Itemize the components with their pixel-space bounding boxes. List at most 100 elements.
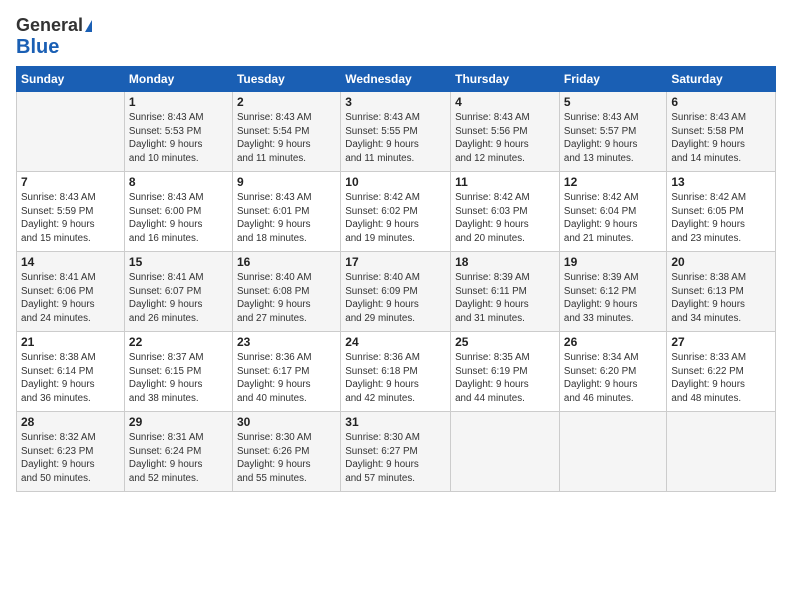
col-header-saturday: Saturday xyxy=(667,66,776,91)
day-number: 17 xyxy=(345,255,446,269)
day-info: Sunrise: 8:39 AMSunset: 6:11 PMDaylight:… xyxy=(455,271,555,326)
day-number: 12 xyxy=(564,175,662,189)
day-number: 9 xyxy=(237,175,336,189)
col-header-friday: Friday xyxy=(559,66,666,91)
day-number: 20 xyxy=(671,255,771,269)
day-info: Sunrise: 8:41 AMSunset: 6:07 PMDaylight:… xyxy=(129,271,228,326)
day-number: 14 xyxy=(21,255,120,269)
day-number: 23 xyxy=(237,335,336,349)
day-info: Sunrise: 8:30 AMSunset: 6:27 PMDaylight:… xyxy=(345,431,446,486)
day-number: 11 xyxy=(455,175,555,189)
calendar-cell: 5 Sunrise: 8:43 AMSunset: 5:57 PMDaylight… xyxy=(559,91,666,171)
day-info: Sunrise: 8:42 AMSunset: 6:05 PMDaylight:… xyxy=(671,191,771,246)
calendar-cell: 23 Sunrise: 8:36 AMSunset: 6:17 PMDayligh… xyxy=(232,331,340,411)
calendar-cell: 8 Sunrise: 8:43 AMSunset: 6:00 PMDaylight… xyxy=(124,171,232,251)
calendar-cell: 28 Sunrise: 8:32 AMSunset: 6:23 PMDayligh… xyxy=(17,411,125,491)
day-info: Sunrise: 8:43 AMSunset: 5:56 PMDaylight:… xyxy=(455,111,555,166)
day-info: Sunrise: 8:40 AMSunset: 6:09 PMDaylight:… xyxy=(345,271,446,326)
day-number: 26 xyxy=(564,335,662,349)
calendar-cell: 20Sunrise: 8:38 AMSunset: 6:13 PMDayligh… xyxy=(667,251,776,331)
calendar-week-row: 7 Sunrise: 8:43 AMSunset: 5:59 PMDaylight… xyxy=(17,171,776,251)
calendar-cell: 30 Sunrise: 8:30 AMSunset: 6:26 PMDayligh… xyxy=(232,411,340,491)
calendar-cell: 17 Sunrise: 8:40 AMSunset: 6:09 PMDayligh… xyxy=(341,251,451,331)
day-info: Sunrise: 8:43 AMSunset: 5:53 PMDaylight:… xyxy=(129,111,228,166)
day-info: Sunrise: 8:43 AMSunset: 5:58 PMDaylight:… xyxy=(671,111,771,166)
calendar-table: SundayMondayTuesdayWednesdayThursdayFrid… xyxy=(16,66,776,492)
calendar-cell: 3 Sunrise: 8:43 AMSunset: 5:55 PMDaylight… xyxy=(341,91,451,171)
day-info: Sunrise: 8:43 AMSunset: 6:01 PMDaylight:… xyxy=(237,191,336,246)
day-number: 7 xyxy=(21,175,120,189)
calendar-cell: 12Sunrise: 8:42 AMSunset: 6:04 PMDayligh… xyxy=(559,171,666,251)
calendar-week-row: 14 Sunrise: 8:41 AMSunset: 6:06 PMDayligh… xyxy=(17,251,776,331)
calendar-cell: 16 Sunrise: 8:40 AMSunset: 6:08 PMDayligh… xyxy=(232,251,340,331)
calendar-cell: 11 Sunrise: 8:42 AMSunset: 6:03 PMDayligh… xyxy=(451,171,560,251)
day-info: Sunrise: 8:37 AMSunset: 6:15 PMDaylight:… xyxy=(129,351,228,406)
calendar-cell xyxy=(559,411,666,491)
col-header-thursday: Thursday xyxy=(451,66,560,91)
calendar-cell: 24 Sunrise: 8:36 AMSunset: 6:18 PMDayligh… xyxy=(341,331,451,411)
day-number: 24 xyxy=(345,335,446,349)
page-container: General Blue SundayMondayTuesdayWednesda… xyxy=(0,0,792,500)
calendar-cell: 9 Sunrise: 8:43 AMSunset: 6:01 PMDaylight… xyxy=(232,171,340,251)
logo-text: General xyxy=(16,16,92,36)
day-number: 19 xyxy=(564,255,662,269)
calendar-cell: 4 Sunrise: 8:43 AMSunset: 5:56 PMDaylight… xyxy=(451,91,560,171)
day-number: 27 xyxy=(671,335,771,349)
col-header-tuesday: Tuesday xyxy=(232,66,340,91)
day-info: Sunrise: 8:42 AMSunset: 6:02 PMDaylight:… xyxy=(345,191,446,246)
day-info: Sunrise: 8:38 AMSunset: 6:14 PMDaylight:… xyxy=(21,351,120,406)
day-number: 16 xyxy=(237,255,336,269)
day-info: Sunrise: 8:30 AMSunset: 6:26 PMDaylight:… xyxy=(237,431,336,486)
day-info: Sunrise: 8:36 AMSunset: 6:17 PMDaylight:… xyxy=(237,351,336,406)
logo: General Blue xyxy=(16,16,92,58)
day-number: 3 xyxy=(345,95,446,109)
day-info: Sunrise: 8:43 AMSunset: 6:00 PMDaylight:… xyxy=(129,191,228,246)
day-number: 22 xyxy=(129,335,228,349)
day-number: 21 xyxy=(21,335,120,349)
day-info: Sunrise: 8:39 AMSunset: 6:12 PMDaylight:… xyxy=(564,271,662,326)
calendar-cell: 31 Sunrise: 8:30 AMSunset: 6:27 PMDayligh… xyxy=(341,411,451,491)
day-info: Sunrise: 8:43 AMSunset: 5:55 PMDaylight:… xyxy=(345,111,446,166)
calendar-week-row: 21 Sunrise: 8:38 AMSunset: 6:14 PMDayligh… xyxy=(17,331,776,411)
calendar-week-row: 28 Sunrise: 8:32 AMSunset: 6:23 PMDayligh… xyxy=(17,411,776,491)
calendar-cell: 14 Sunrise: 8:41 AMSunset: 6:06 PMDayligh… xyxy=(17,251,125,331)
calendar-cell: 25 Sunrise: 8:35 AMSunset: 6:19 PMDayligh… xyxy=(451,331,560,411)
day-number: 4 xyxy=(455,95,555,109)
calendar-cell: 15Sunrise: 8:41 AMSunset: 6:07 PMDayligh… xyxy=(124,251,232,331)
day-number: 8 xyxy=(129,175,228,189)
calendar-cell xyxy=(667,411,776,491)
day-number: 31 xyxy=(345,415,446,429)
day-number: 5 xyxy=(564,95,662,109)
calendar-cell: 19 Sunrise: 8:39 AMSunset: 6:12 PMDayligh… xyxy=(559,251,666,331)
calendar-cell: 10Sunrise: 8:42 AMSunset: 6:02 PMDayligh… xyxy=(341,171,451,251)
day-info: Sunrise: 8:43 AMSunset: 5:54 PMDaylight:… xyxy=(237,111,336,166)
calendar-header-row: SundayMondayTuesdayWednesdayThursdayFrid… xyxy=(17,66,776,91)
day-number: 18 xyxy=(455,255,555,269)
calendar-cell: 22 Sunrise: 8:37 AMSunset: 6:15 PMDayligh… xyxy=(124,331,232,411)
day-number: 6 xyxy=(671,95,771,109)
calendar-cell: 7 Sunrise: 8:43 AMSunset: 5:59 PMDaylight… xyxy=(17,171,125,251)
day-number: 13 xyxy=(671,175,771,189)
logo-blue-text: Blue xyxy=(16,36,59,58)
day-info: Sunrise: 8:35 AMSunset: 6:19 PMDaylight:… xyxy=(455,351,555,406)
calendar-cell: 2 Sunrise: 8:43 AMSunset: 5:54 PMDaylight… xyxy=(232,91,340,171)
calendar-cell: 18 Sunrise: 8:39 AMSunset: 6:11 PMDayligh… xyxy=(451,251,560,331)
day-info: Sunrise: 8:32 AMSunset: 6:23 PMDaylight:… xyxy=(21,431,120,486)
day-info: Sunrise: 8:43 AMSunset: 5:57 PMDaylight:… xyxy=(564,111,662,166)
day-number: 25 xyxy=(455,335,555,349)
day-number: 30 xyxy=(237,415,336,429)
calendar-cell: 27Sunrise: 8:33 AMSunset: 6:22 PMDayligh… xyxy=(667,331,776,411)
day-number: 28 xyxy=(21,415,120,429)
day-info: Sunrise: 8:43 AMSunset: 5:59 PMDaylight:… xyxy=(21,191,120,246)
day-info: Sunrise: 8:34 AMSunset: 6:20 PMDaylight:… xyxy=(564,351,662,406)
col-header-sunday: Sunday xyxy=(17,66,125,91)
day-info: Sunrise: 8:36 AMSunset: 6:18 PMDaylight:… xyxy=(345,351,446,406)
day-info: Sunrise: 8:41 AMSunset: 6:06 PMDaylight:… xyxy=(21,271,120,326)
day-info: Sunrise: 8:42 AMSunset: 6:03 PMDaylight:… xyxy=(455,191,555,246)
calendar-week-row: 1 Sunrise: 8:43 AMSunset: 5:53 PMDaylight… xyxy=(17,91,776,171)
calendar-cell: 6 Sunrise: 8:43 AMSunset: 5:58 PMDaylight… xyxy=(667,91,776,171)
day-number: 2 xyxy=(237,95,336,109)
day-number: 1 xyxy=(129,95,228,109)
day-info: Sunrise: 8:40 AMSunset: 6:08 PMDaylight:… xyxy=(237,271,336,326)
calendar-cell: 1 Sunrise: 8:43 AMSunset: 5:53 PMDaylight… xyxy=(124,91,232,171)
